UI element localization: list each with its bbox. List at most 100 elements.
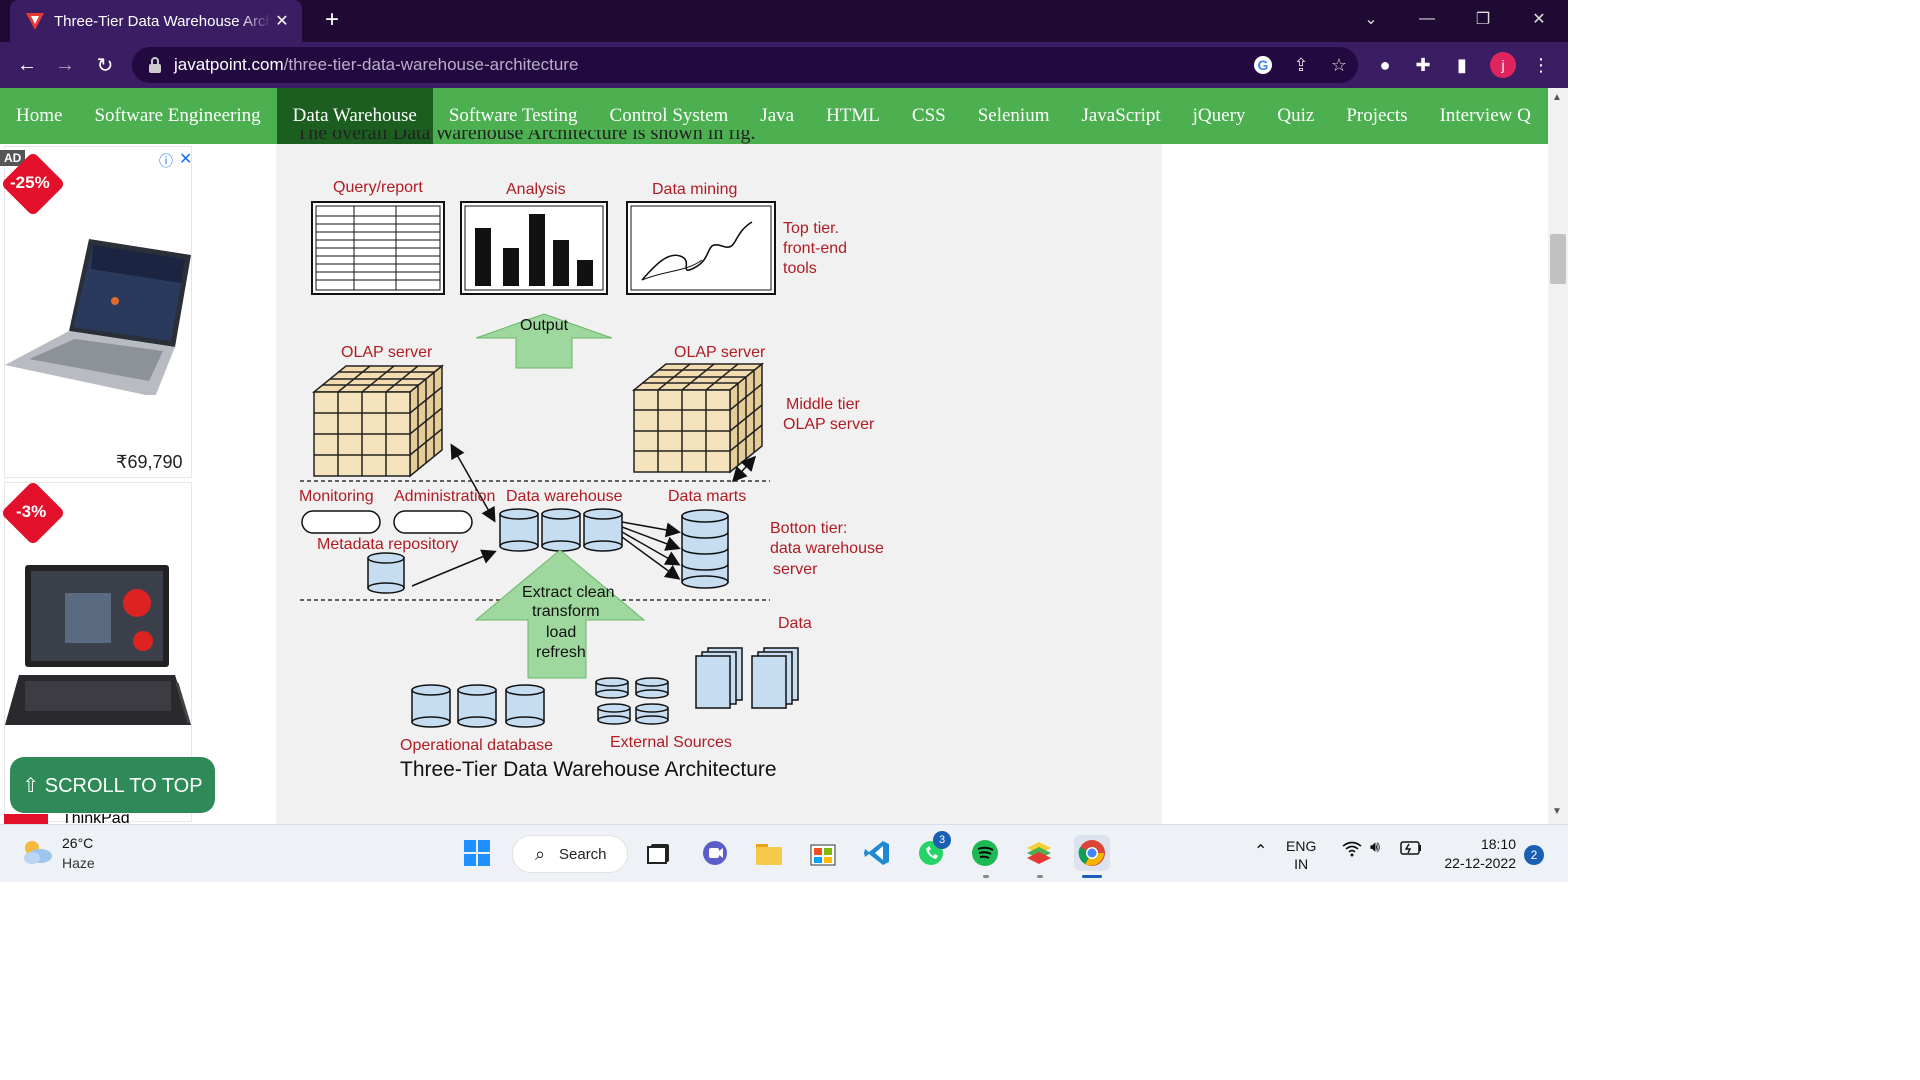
google-lens-icon[interactable]: G [1244,47,1282,83]
nav-item-interview-q[interactable]: Interview Q [1424,88,1547,144]
spotify-icon[interactable] [967,835,1003,871]
nav-item-quiz[interactable]: Quiz [1261,88,1330,144]
language-indicator[interactable]: ENG IN [1286,837,1316,873]
browser-tab[interactable]: Three-Tier Data Warehouse Architecture ✕ [10,0,302,42]
menu-kebab-icon[interactable]: ⋮ [1526,50,1556,80]
tab-close-icon[interactable]: ✕ [272,11,292,31]
bluestacks-icon[interactable] [1021,835,1057,871]
analysis-bar-chart-icon [460,201,608,295]
file-explorer-icon[interactable] [751,835,787,871]
running-indicator [983,875,989,878]
whatsapp-badge: 3 [933,831,951,849]
label-olap-server-left: OLAP server [341,344,433,361]
extensions-puzzle-icon[interactable]: ✚ [1408,50,1438,80]
nav-item-javascript[interactable]: JavaScript [1065,88,1176,144]
clock-time: 18:10 [1480,836,1516,852]
ad-price: ₹69,790 [116,452,183,472]
bookmark-star-icon[interactable]: ☆ [1320,47,1358,83]
region-code: IN [1294,856,1309,872]
label-olap-server-right: OLAP server [674,344,766,361]
vscode-icon[interactable] [859,835,895,871]
operational-database-cylinders-icon [411,684,545,728]
extension-icon[interactable]: ● [1370,50,1400,80]
weather-widget[interactable]: 26°C Haze [20,833,95,873]
scroll-up-arrow-icon[interactable]: ▲ [1552,92,1562,103]
nav-item-selenium[interactable]: Selenium [962,88,1066,144]
microsoft-store-icon[interactable] [805,835,841,871]
avatar: j [1490,52,1516,78]
ad-info-icon[interactable]: ⓘ [159,151,173,171]
scrollbar-thumb[interactable] [1550,234,1566,284]
notification-badge[interactable]: 2 [1524,845,1544,865]
three-tier-architecture-diagram: Query/report Analysis Data mining Top ti… [276,144,916,794]
battery-icon[interactable] [1400,841,1422,858]
ad-close-icon[interactable]: ✕ [179,149,192,169]
metadata-repository-cylinder-icon [367,552,405,594]
new-tab-button[interactable]: + [318,6,346,34]
start-windows-icon[interactable] [459,835,495,871]
label-monitoring: Monitoring [299,488,374,505]
label-data-mining: Data mining [652,181,738,198]
javatpoint-favicon-icon [24,10,46,32]
nav-item-html[interactable]: HTML [810,88,896,144]
running-indicator [1037,875,1043,878]
search-label: Search [559,845,607,863]
volume-icon[interactable]: 🔊︎ [1370,839,1380,857]
reload-button[interactable]: ↻ [90,50,120,80]
label-data-warehouse: Data warehouse [506,488,623,505]
tab-search-chevron-icon[interactable]: ⌄ [1343,0,1399,38]
label-administration: Administration [394,488,496,505]
forward-button[interactable]: → [50,50,80,80]
system-clock[interactable]: 18:10 22-12-2022 [1440,835,1516,873]
olap-cube-right-icon [631,362,765,474]
nav-item-jquery[interactable]: jQuery [1177,88,1262,144]
restore-button[interactable]: ❐ [1455,0,1511,38]
show-hidden-icons-chevron-icon[interactable]: ⌃ [1254,841,1267,861]
scroll-down-arrow-icon[interactable]: ▼ [1552,806,1562,817]
label-metadata-repository: Metadata repository [317,536,459,553]
label-etl-2: transform [532,603,600,620]
share-icon[interactable]: ⇪ [1282,47,1320,83]
wifi-icon[interactable] [1342,841,1362,860]
diagram-caption: Three-Tier Data Warehouse Architecture [400,758,777,781]
label-etl-3: load [546,624,577,641]
label-external-sources: External Sources [610,734,732,751]
page-scrollbar[interactable]: ▲ ▼ [1548,88,1568,824]
query-report-table-icon [311,201,445,295]
address-bar[interactable]: javatpoint.com /three-tier-data-warehous… [132,47,1358,83]
data-documents-icon [695,647,799,709]
scroll-to-top-button[interactable]: ⇧ SCROLL TO TOP [10,757,215,813]
nav-item-projects[interactable]: Projects [1330,88,1423,144]
profile-button[interactable]: j [1488,50,1518,80]
label-top-tier-2: front-end [783,240,848,257]
article-text-partial: The overall Data Warehouse Architecture … [296,130,756,144]
label-bottom-tier-3: server [773,561,818,578]
tab-strip: Three-Tier Data Warehouse Architecture ✕… [0,0,1568,42]
label-middle-tier-1: Middle tier [786,396,860,413]
whatsapp-icon[interactable]: 3 [913,831,951,871]
nav-item-home[interactable]: Home [0,88,78,144]
label-bottom-tier-2: data warehouse [770,540,884,557]
side-panel-icon[interactable]: ▮ [1447,50,1477,80]
weather-condition: Haze [62,855,95,871]
nav-item-software-engineering[interactable]: Software Engineering [78,88,276,144]
language-code: ENG [1286,838,1317,854]
nav-item-css[interactable]: CSS [896,88,962,144]
external-sources-cylinders-icon [595,677,669,725]
task-view-icon[interactable] [641,835,677,871]
label-top-tier-1: Top tier. [783,220,840,237]
ad-badge-partial [4,814,48,824]
ad-product-title-partial: ThinkPad [62,814,130,824]
lock-icon [149,57,161,73]
close-window-button[interactable]: ✕ [1511,0,1567,38]
label-etl-4: refresh [536,644,586,661]
teams-chat-icon[interactable] [697,835,733,871]
chrome-icon[interactable] [1074,835,1110,871]
minimize-button[interactable]: — [1399,0,1455,38]
taskbar-search[interactable]: ⌕ Search [512,835,628,873]
temperature: 26°C [62,835,94,851]
back-button[interactable]: ← [12,50,42,80]
discount-text: -3% [16,502,47,521]
data-marts-cylinder-icon [681,509,729,589]
label-top-tier-3: tools [783,260,817,277]
